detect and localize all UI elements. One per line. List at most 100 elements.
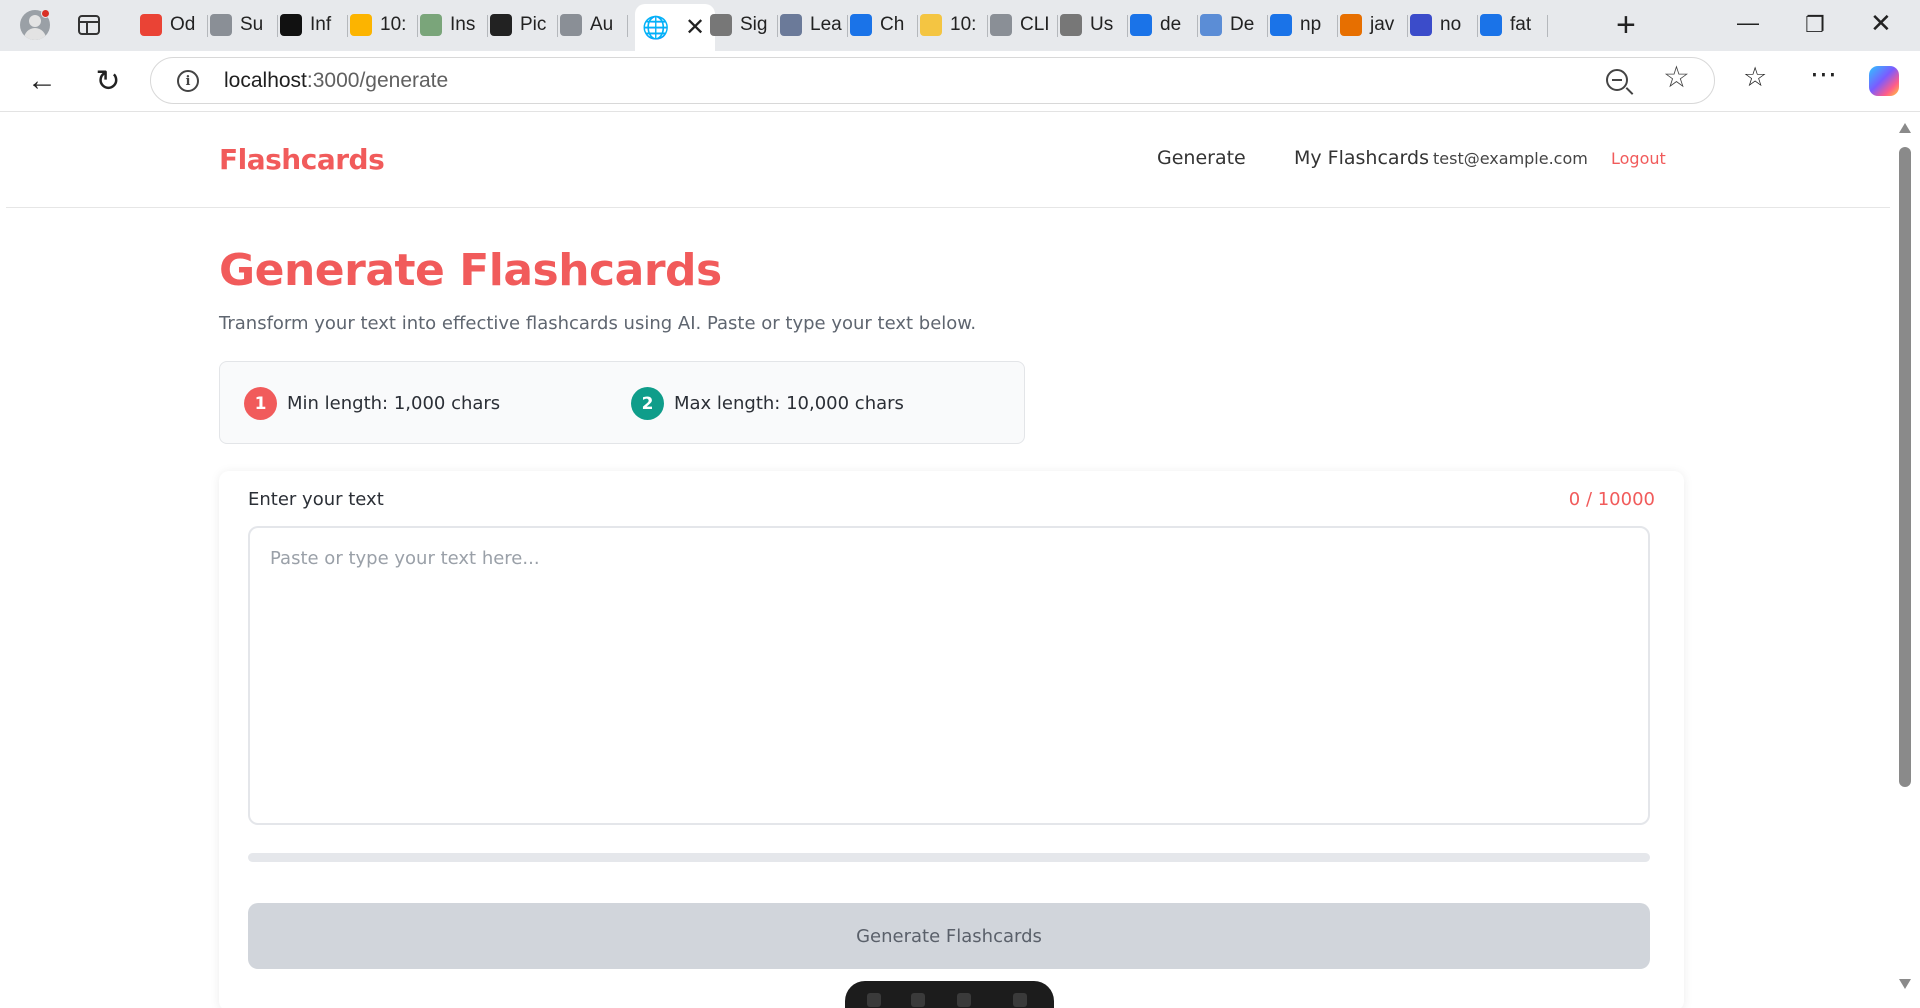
text-input-label: Enter your text (248, 489, 384, 510)
browser-tab[interactable]: De (1200, 6, 1268, 44)
browser-tab[interactable]: fat (1480, 6, 1548, 44)
nav-link-generate[interactable]: Generate (1157, 147, 1246, 169)
length-progress-bar (248, 853, 1650, 862)
browser-tab[interactable]: Ch (850, 6, 918, 44)
browser-tab[interactable]: 10: (350, 6, 418, 44)
browser-tab[interactable]: Lea (780, 6, 848, 44)
favorite-star-icon[interactable]: ☆ (1663, 63, 1690, 93)
page-title: Generate Flashcards (219, 245, 722, 296)
browser-tab[interactable]: no (1410, 6, 1478, 44)
zoom-out-icon[interactable] (1606, 69, 1628, 91)
tab-label: Lea (810, 14, 842, 35)
browser-tab[interactable]: Inf (280, 6, 348, 44)
max-length-label: Max length: 10,000 chars (674, 393, 904, 414)
browser-tab-bar: Od Su Inf 10: Ins Pic Au 🌐 ✕ Sig Lea Ch 10: CLI Us de De… (0, 0, 1920, 51)
dev-tool-icon[interactable] (867, 993, 881, 1007)
tab-label: np (1300, 14, 1322, 35)
tab-active[interactable]: 🌐 ✕ (635, 4, 716, 51)
min-length-item: 1 Min length: 1,000 chars (244, 387, 500, 420)
length-limits-panel: 1 Min length: 1,000 chars 2 Max length: … (219, 361, 1025, 444)
tab-label: de (1160, 14, 1182, 35)
settings-icon[interactable] (1013, 993, 1027, 1007)
search-icon (1270, 14, 1292, 36)
dev-tool-icon[interactable] (957, 993, 971, 1007)
tab-separator (1407, 15, 1408, 37)
dev-tool-icon[interactable] (911, 993, 925, 1007)
bolt-icon (990, 14, 1012, 36)
browser-tab[interactable]: Us (1060, 6, 1128, 44)
tab-separator (1547, 15, 1548, 37)
browser-tab[interactable]: Pic (490, 6, 558, 44)
image-icon (780, 14, 802, 36)
browser-tab[interactable]: Su (210, 6, 278, 44)
minimize-icon[interactable]: — (1737, 10, 1759, 36)
page-viewport: Flashcards Generate My Flashcards test@e… (6, 113, 1890, 1008)
restore-icon[interactable]: ❐ (1805, 12, 1825, 38)
site-info-icon[interactable]: i (177, 70, 199, 92)
tab-separator (207, 15, 208, 37)
tab-label: Pic (520, 14, 547, 35)
tab-label: Od (170, 14, 196, 35)
tab-label: Au (590, 14, 614, 35)
url-text[interactable]: localhost:3000/generate (224, 69, 448, 93)
favorites-list-icon[interactable]: ☆ (1743, 64, 1767, 91)
source-text-input[interactable] (248, 526, 1650, 825)
logout-link[interactable]: Logout (1611, 149, 1666, 168)
text-input-card: Enter your text 0 / 10000 Generate Flash… (219, 471, 1684, 1008)
tab-separator (987, 15, 988, 37)
tab-label: 10: (380, 14, 407, 35)
ts-icon (1410, 14, 1432, 36)
scrollbar-thumb[interactable] (1899, 147, 1911, 787)
min-length-label: Min length: 1,000 chars (287, 393, 501, 414)
url-path: :3000/generate (306, 69, 449, 92)
tab-label: Su (240, 14, 264, 35)
tab-label: CLI (1020, 14, 1050, 35)
bolt-icon (210, 14, 232, 36)
sparkle-icon (920, 14, 942, 36)
back-arrow-icon[interactable]: ← (24, 63, 60, 99)
site-header: Flashcards Generate My Flashcards test@e… (6, 113, 1890, 208)
browser-tab[interactable]: jav (1340, 6, 1408, 44)
more-menu-icon[interactable]: ⋯ (1810, 61, 1837, 88)
reload-icon[interactable]: ↻ (90, 63, 126, 99)
browser-tab[interactable]: de (1130, 6, 1198, 44)
browser-tab[interactable]: Ins (420, 6, 488, 44)
leaf-icon (420, 14, 442, 36)
tab-separator (1197, 15, 1198, 37)
browser-tab[interactable]: CLI (990, 6, 1058, 44)
image-icon (1200, 14, 1222, 36)
bolt-icon (560, 14, 582, 36)
browser-tab[interactable]: Sig (710, 6, 778, 44)
page-scrollbar[interactable] (1890, 113, 1920, 1008)
tab-label: fat (1510, 14, 1532, 35)
browser-tab[interactable]: Od (140, 6, 208, 44)
gear-icon (1060, 14, 1082, 36)
tab-actions-icon[interactable] (78, 15, 100, 35)
tab-separator (487, 15, 488, 37)
nav-link-my-flashcards[interactable]: My Flashcards (1294, 147, 1429, 169)
browser-tab[interactable]: np (1270, 6, 1338, 44)
page-subtitle: Transform your text into effective flash… (219, 313, 977, 334)
tab-label: Inf (310, 14, 332, 35)
avatar-body-shape (24, 28, 46, 40)
tab-label: De (1230, 14, 1255, 35)
address-bar[interactable]: i localhost:3000/generate ☆ (150, 57, 1715, 104)
dev-toolbar[interactable] (845, 981, 1054, 1008)
browser-tab[interactable]: 10: (920, 6, 988, 44)
generate-flashcards-button[interactable]: Generate Flashcards (248, 903, 1650, 969)
tab-separator (1057, 15, 1058, 37)
close-window-icon[interactable]: ✕ (1870, 8, 1892, 39)
scroll-down-arrow-icon[interactable] (1899, 979, 1911, 989)
max-length-item: 2 Max length: 10,000 chars (631, 387, 904, 420)
tab-separator (917, 15, 918, 37)
airtable-icon (350, 14, 372, 36)
scroll-up-arrow-icon[interactable] (1899, 123, 1911, 133)
new-tab-button[interactable]: + (1616, 8, 1636, 42)
copilot-icon[interactable] (1869, 66, 1899, 96)
tab-separator (347, 15, 348, 37)
tab-separator (557, 15, 558, 37)
search-icon (1480, 14, 1502, 36)
browser-tab[interactable]: Au (560, 6, 628, 44)
close-tab-icon[interactable]: ✕ (685, 15, 705, 40)
brand-logo[interactable]: Flashcards (219, 143, 385, 176)
